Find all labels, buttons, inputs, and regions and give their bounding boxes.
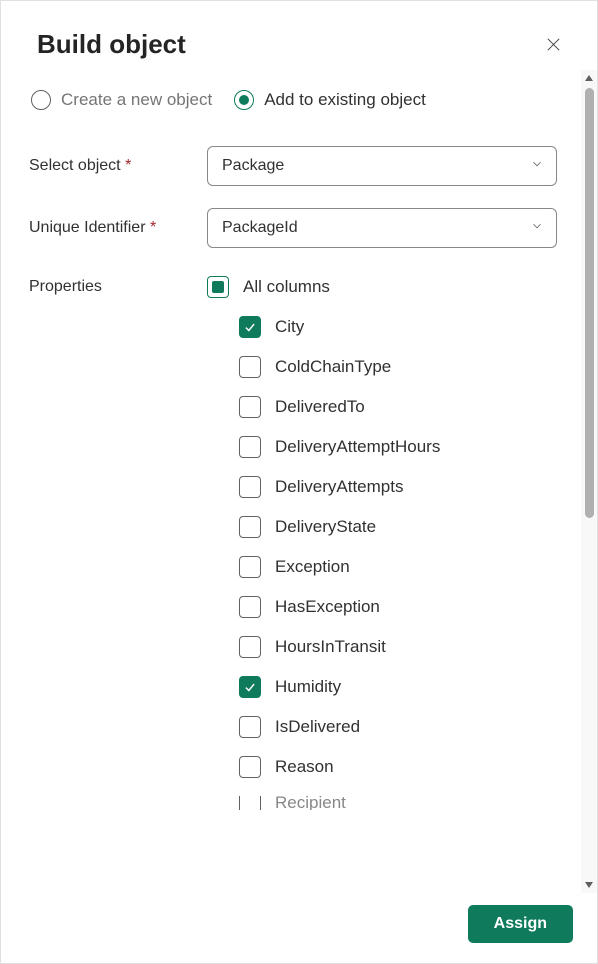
property-item[interactable]: DeliveryAttemptHours [239,436,581,458]
property-label: City [275,317,304,337]
property-label: DeliveryAttemptHours [275,437,440,457]
property-label: DeliveredTo [275,397,365,417]
checkbox-checked[interactable] [239,676,261,698]
property-item[interactable]: Exception [239,556,581,578]
radio-create-new-object[interactable]: Create a new object [31,90,212,110]
radio-label: Add to existing object [264,90,426,110]
required-asterisk: * [125,157,131,174]
checkbox-indeterminate[interactable] [207,276,229,298]
radio-add-to-existing-object[interactable]: Add to existing object [234,90,426,110]
checkbox-unchecked[interactable] [239,396,261,418]
build-object-dialog: Build object Create a new object Add to … [0,0,598,964]
property-item[interactable]: HasException [239,596,581,618]
all-columns-label: All columns [243,277,330,297]
property-label: Humidity [275,677,341,697]
scroll-down-arrow-icon[interactable] [581,877,597,893]
unique-identifier-dropdown[interactable]: PackageId [207,208,557,248]
property-label: Recipient [275,796,346,810]
property-item[interactable]: DeliveryState [239,516,581,538]
checkbox-unchecked[interactable] [239,356,261,378]
select-object-dropdown[interactable]: Package [207,146,557,186]
property-label: HoursInTransit [275,637,386,657]
property-label: Reason [275,757,334,777]
close-icon [545,36,562,53]
radio-label: Create a new object [61,90,212,110]
close-button[interactable] [539,31,567,59]
property-label: DeliveryAttempts [275,477,403,497]
properties-row: Properties All columns City ColdChainType… [29,276,581,810]
select-object-value: Package [222,157,284,175]
dialog-title: Build object [37,29,186,60]
checkbox-unchecked[interactable] [239,636,261,658]
checkbox-unchecked[interactable] [239,796,261,810]
chevron-down-icon [530,157,544,176]
scroll-thumb[interactable] [585,88,594,518]
property-item[interactable]: Reason [239,756,581,778]
property-label: IsDelivered [275,717,360,737]
select-object-row: Select object * Package [29,146,581,186]
checkbox-unchecked[interactable] [239,436,261,458]
checkbox-unchecked[interactable] [239,516,261,538]
unique-identifier-label: Unique Identifier * [29,219,207,237]
property-label: DeliveryState [275,517,376,537]
property-item[interactable]: Humidity [239,676,581,698]
property-item[interactable]: DeliveredTo [239,396,581,418]
checkbox-unchecked[interactable] [239,716,261,738]
property-item[interactable]: City [239,316,581,338]
all-columns-item[interactable]: All columns [207,276,581,298]
checkbox-unchecked[interactable] [239,556,261,578]
property-item[interactable]: Recipient [239,796,581,810]
unique-identifier-row: Unique Identifier * PackageId [29,208,581,248]
property-label: HasException [275,597,380,617]
property-label: ColdChainType [275,357,391,377]
dialog-body-wrapper: Create a new object Add to existing obje… [1,70,597,893]
checkbox-unchecked[interactable] [239,476,261,498]
unique-identifier-value: PackageId [222,219,298,237]
select-object-label: Select object * [29,157,207,175]
dialog-footer: Assign [1,893,597,963]
property-item[interactable]: IsDelivered [239,716,581,738]
scrollbar[interactable] [581,70,597,893]
radio-icon [234,90,254,110]
required-asterisk: * [150,219,156,236]
property-item[interactable]: DeliveryAttempts [239,476,581,498]
dialog-body: Create a new object Add to existing obje… [1,70,581,893]
checkbox-unchecked[interactable] [239,596,261,618]
properties-label: Properties [29,276,207,296]
checkbox-checked[interactable] [239,316,261,338]
dialog-header: Build object [1,1,597,70]
property-label: Exception [275,557,350,577]
scroll-up-arrow-icon[interactable] [581,70,597,86]
properties-list: All columns City ColdChainType DeliveredTo… [207,276,581,810]
radio-icon [31,90,51,110]
mode-row: Create a new object Add to existing obje… [29,90,581,110]
checkbox-unchecked[interactable] [239,756,261,778]
chevron-down-icon [530,219,544,238]
assign-button[interactable]: Assign [468,905,573,943]
property-item[interactable]: HoursInTransit [239,636,581,658]
property-item[interactable]: ColdChainType [239,356,581,378]
